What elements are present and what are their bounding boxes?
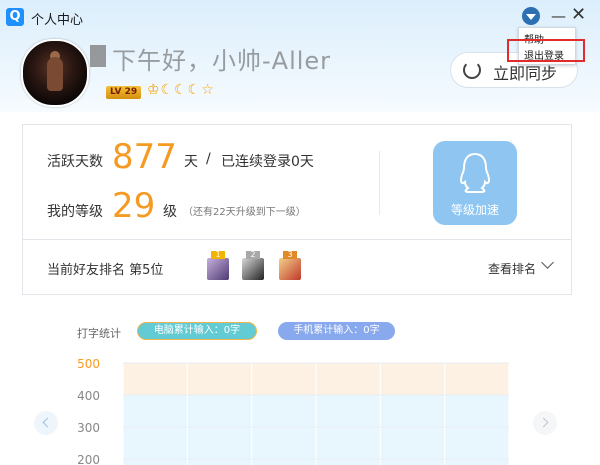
y-tick-label: 500 bbox=[77, 357, 100, 371]
y-tick-label: 400 bbox=[77, 389, 100, 403]
level-note: （还有22天升级到下一级） bbox=[183, 207, 306, 218]
chart-prev-button[interactable] bbox=[34, 411, 58, 435]
divider bbox=[379, 151, 380, 215]
friend-avatar-3[interactable]: 3 bbox=[279, 251, 301, 280]
chart-band-0 bbox=[123, 363, 509, 395]
avatar-figure-body bbox=[47, 57, 63, 91]
chart-band-1 bbox=[123, 395, 509, 465]
level-unit: 级 bbox=[163, 204, 177, 220]
refresh-icon bbox=[463, 61, 481, 79]
chart-next-button[interactable] bbox=[533, 411, 557, 435]
blur-mask bbox=[90, 45, 106, 67]
ranking-label: 当前好友排名 第5位 bbox=[47, 263, 164, 278]
stats-row: 活跃天数 877 天 / 已连续登录0天 我的等级 29 级 （还有22天升级到… bbox=[23, 125, 571, 239]
window-title: 个人中心 bbox=[31, 13, 84, 28]
separator: / bbox=[206, 151, 211, 167]
chevron-down-icon[interactable] bbox=[541, 256, 554, 269]
level-speedup-label: 等级加速 bbox=[450, 203, 499, 217]
level-badge[interactable]: LV 29 bbox=[106, 86, 142, 99]
y-tick-label: 200 bbox=[77, 453, 100, 465]
active-days-unit: 天 bbox=[184, 154, 198, 170]
streak-text: 已连续登录0天 bbox=[221, 154, 314, 170]
y-tick-label: 300 bbox=[77, 421, 100, 435]
level-speedup-button[interactable]: 等级加速 bbox=[433, 141, 517, 225]
ranking-row: 当前好友排名 第5位 1 2 3 查看排名 bbox=[23, 239, 571, 296]
nickname: 下午好，小帅-Allen bbox=[90, 43, 330, 77]
crown-icon-2: 2 bbox=[246, 251, 260, 259]
logout-highlight-box bbox=[507, 39, 585, 62]
friend-avatar-2[interactable]: 2 bbox=[242, 251, 264, 280]
app-logo-icon: Q bbox=[6, 8, 24, 26]
friend-avatar-1[interactable]: 1 bbox=[207, 251, 229, 280]
level-crown-moon-icons: ♔☾☾☾☆ bbox=[147, 82, 215, 98]
typing-stats-title: 打字统计 bbox=[77, 327, 121, 340]
dropdown-arrow-icon[interactable] bbox=[522, 7, 540, 25]
level-label: 我的等级 bbox=[47, 204, 103, 220]
avatar[interactable] bbox=[21, 39, 89, 107]
qq-penguin-icon bbox=[459, 152, 491, 193]
view-ranking-link[interactable]: 查看排名 bbox=[488, 260, 536, 277]
nickname-text: 下午好，小帅-Allen bbox=[112, 47, 330, 75]
close-icon[interactable]: ✕ bbox=[571, 6, 586, 24]
mobile-input-tab[interactable]: 手机累计输入：0字 bbox=[278, 322, 395, 340]
level-value: 29 bbox=[112, 186, 156, 226]
minimize-icon[interactable]: — bbox=[551, 7, 566, 25]
active-days-value: 877 bbox=[112, 137, 177, 177]
crown-icon-1: 1 bbox=[211, 251, 225, 259]
crown-icon-3: 3 bbox=[283, 251, 297, 259]
stats-card: 活跃天数 877 天 / 已连续登录0天 我的等级 29 级 （还有22天升级到… bbox=[22, 124, 572, 295]
active-days-label: 活跃天数 bbox=[47, 154, 103, 170]
pc-input-tab[interactable]: 电脑累计输入：0字 bbox=[137, 322, 257, 340]
